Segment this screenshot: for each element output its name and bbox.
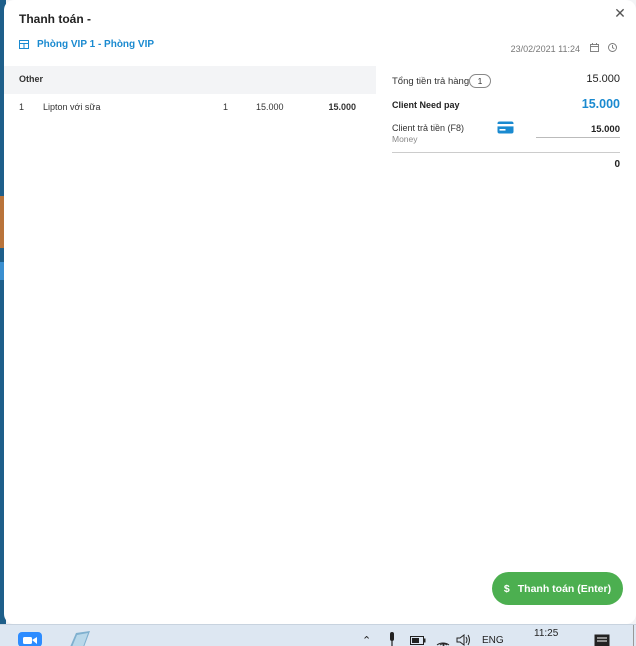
- zoom-app-icon[interactable]: [18, 632, 42, 646]
- total-value: 15.000: [586, 73, 620, 85]
- client-paid-row: Client trả tiền (F8) Money: [392, 121, 620, 153]
- payment-modal: Thanh toán - ✕ Phòng VIP 1 - Phòng VIP 2…: [4, 0, 636, 624]
- microphone-icon[interactable]: [388, 632, 396, 646]
- order-datetime: 23/02/2021 11:24: [510, 44, 580, 54]
- client-paid-label: Client trả tiền (F8): [392, 123, 465, 133]
- item-price: 15.000: [256, 102, 284, 112]
- client-paid-input[interactable]: [536, 121, 620, 138]
- show-desktop-divider[interactable]: [633, 625, 634, 646]
- item-name: Lipton với sữa: [43, 102, 101, 112]
- item-quantity: 1: [223, 102, 229, 112]
- chevron-up-icon[interactable]: ⌃: [362, 634, 371, 646]
- taskbar: ⌃ ENG 11:25: [0, 624, 636, 646]
- need-pay-value: 15.000: [581, 97, 620, 111]
- clock-icon[interactable]: [608, 43, 617, 52]
- order-item-row[interactable]: 1 Lipton với sữa 1 15.000 15.000: [4, 98, 376, 118]
- total-label: Tổng tiền trả hàng: [392, 76, 470, 87]
- need-pay-label: Client Need pay: [392, 100, 460, 110]
- clock-time[interactable]: 11:25: [534, 628, 558, 639]
- battery-icon[interactable]: [410, 634, 426, 645]
- volume-icon[interactable]: [456, 634, 473, 646]
- pay-button[interactable]: $ Thanh toán (Enter): [492, 572, 623, 605]
- modal-title: Thanh toán -: [19, 12, 91, 26]
- item-count-badge: 1: [469, 74, 491, 88]
- room-label: Phòng VIP 1 - Phòng VIP: [37, 39, 155, 50]
- need-pay-row: Client Need pay 15.000: [392, 97, 620, 113]
- wifi-icon[interactable]: [436, 634, 450, 646]
- room-selector[interactable]: Phòng VIP 1 - Phòng VIP: [19, 39, 154, 50]
- item-index: 1: [19, 102, 25, 112]
- language-indicator[interactable]: ENG: [482, 635, 504, 646]
- change-row: 0: [392, 157, 620, 173]
- notification-icon[interactable]: [594, 634, 610, 646]
- payment-method: Money: [392, 134, 418, 144]
- table-icon: [19, 40, 29, 49]
- section-label: Other: [19, 74, 44, 84]
- change-value: 0: [614, 159, 620, 170]
- total-row: Tổng tiền trả hàng 1 15.000: [392, 72, 620, 90]
- item-total: 15.000: [328, 102, 356, 112]
- calendar-icon[interactable]: [590, 43, 599, 52]
- dollar-icon: $: [503, 582, 510, 595]
- credit-card-icon[interactable]: [497, 121, 514, 134]
- close-icon[interactable]: ✕: [612, 5, 628, 21]
- pay-button-label: Thanh toán (Enter): [517, 582, 612, 595]
- order-section-header: Other: [4, 66, 376, 94]
- app-icon[interactable]: [66, 631, 92, 646]
